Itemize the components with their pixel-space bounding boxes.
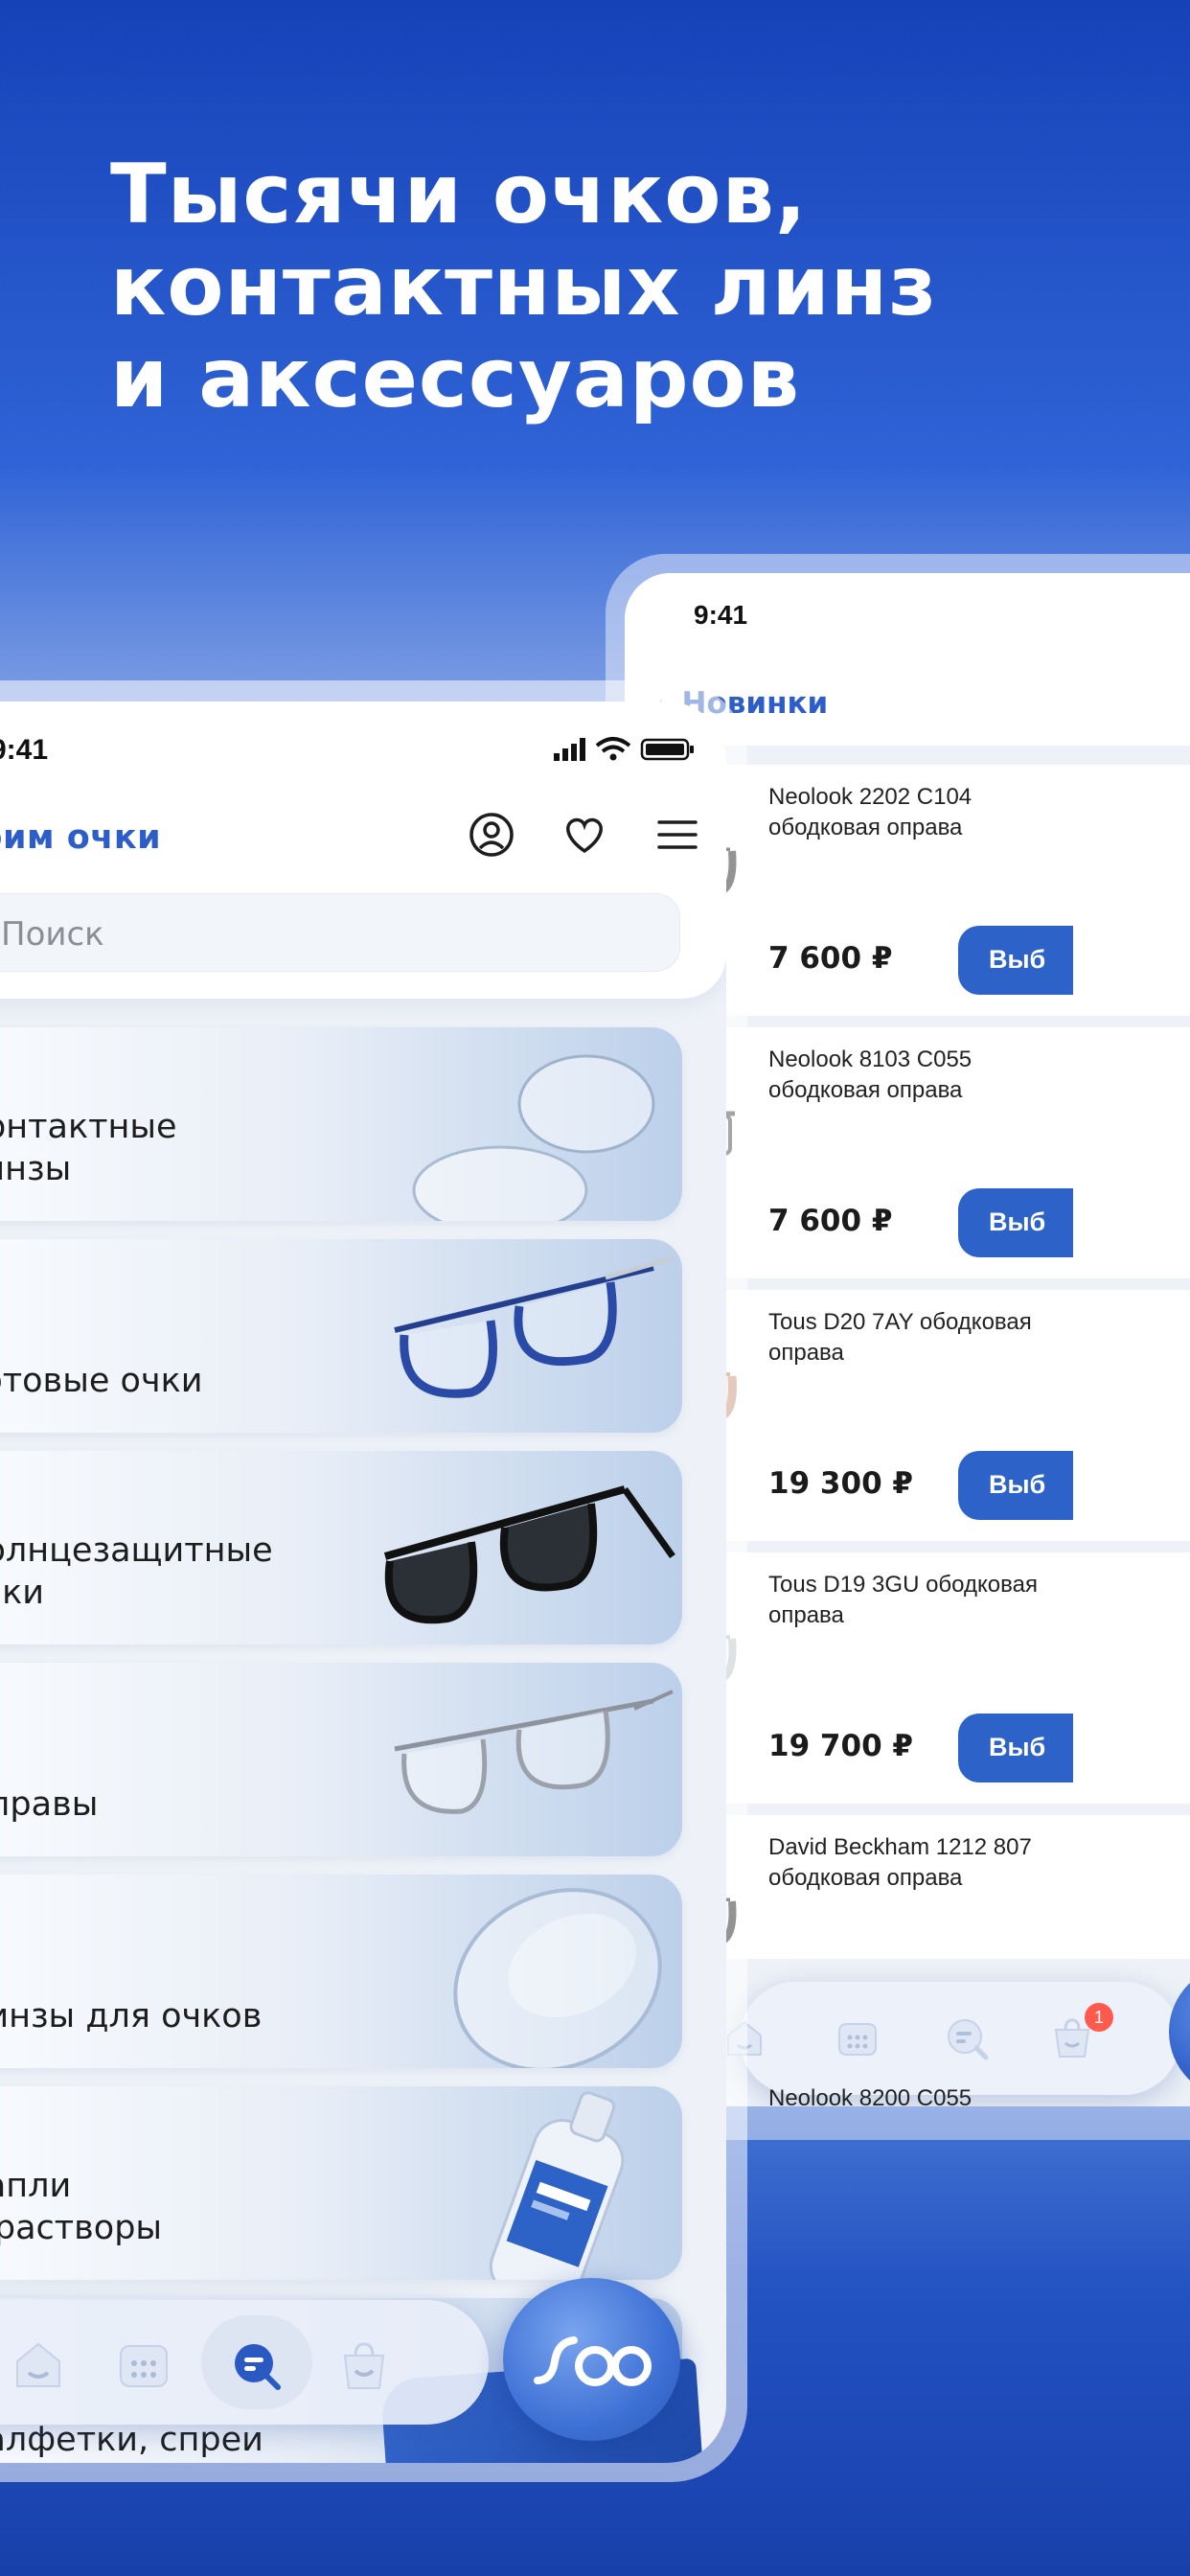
category-card-spectacle-lenses[interactable]: Линзы для очков [0,1874,682,2068]
phone-mockup-catalog: 9:41 бим очки [0,680,747,2482]
catalog-header: 9:41 бим очки [0,702,726,999]
search-chat-icon[interactable] [943,2014,991,2062]
bag-icon[interactable] [335,2338,393,2392]
select-button[interactable]: Выб [958,1188,1073,1257]
brand-logo: бим очки [0,818,162,857]
next-product-peek: Neolook 8200 C055 [768,2085,973,2111]
headline-line-2: контактных линз [110,239,938,334]
promo-headline: Тысячи очков, контактных линз и аксессуа… [110,149,1116,425]
product-info: Tous D20 7AY ободковая оправа 19 300 ₽ В… [768,1290,1190,1541]
ai-assistant-button[interactable] [1169,1965,1190,2099]
headline-line-3: и аксессуаров [110,331,801,426]
category-label: Контактные линзы [0,1108,177,1188]
status-bar: 9:41 [625,573,1190,659]
heart-icon[interactable] [561,811,608,859]
product-name: David Beckham 1212 807 ободковая оправа [768,1834,1032,1891]
category-label: Оправы [0,1785,99,1824]
category-label: Готовые очки [0,1362,203,1400]
metal-frame-icon [394,1690,674,1814]
search-placeholder: Поиск [1,915,104,954]
select-button[interactable]: Выб [958,1714,1073,1782]
status-time: 9:41 [694,600,748,630]
catalog-screen: 9:41 бим очки [0,702,726,2463]
product-info: Neolook 8103 C055 ободковая оправа 7 600… [768,1027,1190,1278]
product-name: Neolook 2202 C104 ободковая оправа [768,784,973,840]
category-card-frames[interactable]: Оправы [0,1663,682,1856]
category-card-ready-glasses[interactable]: Готовые очки [0,1239,682,1433]
sunglasses-icon [383,1485,675,1624]
select-button[interactable]: Выб [958,1451,1073,1520]
menu-icon[interactable] [653,811,701,859]
category-label: Капли и растворы [0,2167,163,2247]
category-list: Контактные линзы Готовые очки Солнцезащи… [0,1027,682,2463]
cart-badge: 1 [1085,2003,1113,2032]
search-chat-icon[interactable] [228,2338,286,2392]
product-info: Neolook 2202 C104 ободковая оправа 7 600… [768,765,1190,1016]
category-card-sunglasses[interactable]: Солнцезащитные очки [0,1451,682,1644]
tab-bar: 1 [727,1982,1180,2095]
calendar-icon[interactable] [115,2338,172,2392]
ai-assistant-button[interactable] [503,2278,680,2441]
product-price: 7 600 ₽ [768,1204,893,1238]
status-icons [554,736,698,767]
category-card-contact-lenses[interactable]: Контактные линзы [0,1027,682,1221]
tab-bar [0,2300,489,2425]
blue-glasses-icon [394,1255,674,1398]
header-actions [427,811,701,862]
assistant-logo-icon [534,2336,652,2386]
product-name: Tous D20 7AY ободковая оправа [768,1309,1032,1366]
category-label: Салфетки, спреи [0,2421,263,2459]
status-time: 9:41 [0,734,49,766]
profile-icon[interactable] [468,811,515,859]
solution-bottle-icon [489,2091,625,2280]
contact-lens-icon [412,1054,655,1221]
category-card-drops-solutions[interactable]: Капли и растворы [0,2086,682,2280]
product-name: Neolook 8103 C055 ободковая оправа [768,1046,973,1103]
product-info: David Beckham 1212 807 ободковая оправа [768,1815,1190,1959]
home-icon[interactable] [10,2338,67,2392]
product-price: 19 300 ₽ [768,1466,914,1501]
product-name: Tous D19 3GU ободковая оправа [768,1572,1038,1628]
search-input[interactable]: Поиск [0,893,680,972]
category-label: Линзы для очков [0,1997,263,2036]
category-label: Солнцезащитные очки [0,1531,273,1612]
spectacle-lens-icon [453,1888,662,2068]
headline-line-1: Тысячи очков, [110,147,808,242]
product-info: Tous D19 3GU ободковая оправа 19 700 ₽ В… [768,1552,1190,1804]
calendar-icon[interactable] [834,2014,881,2062]
product-price: 19 700 ₽ [768,1729,914,1763]
product-price: 7 600 ₽ [768,941,893,976]
select-button[interactable]: Выб [958,926,1073,995]
